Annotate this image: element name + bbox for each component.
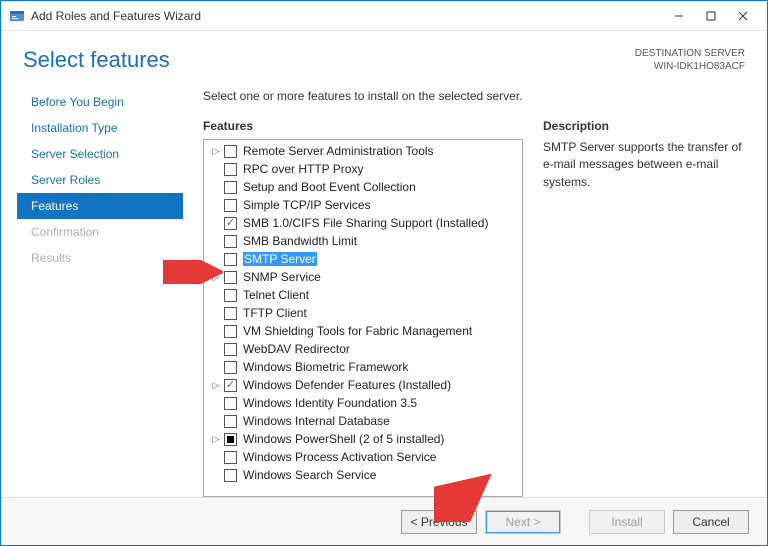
feature-row[interactable]: Windows Identity Foundation 3.5: [204, 394, 522, 412]
feature-row[interactable]: VM Shielding Tools for Fabric Management: [204, 322, 522, 340]
sidebar-step[interactable]: Installation Type: [17, 115, 183, 141]
feature-label[interactable]: VM Shielding Tools for Fabric Management: [243, 324, 472, 338]
feature-label[interactable]: TFTP Client: [243, 306, 307, 320]
feature-label[interactable]: Setup and Boot Event Collection: [243, 180, 416, 194]
feature-row[interactable]: WebDAV Redirector: [204, 340, 522, 358]
feature-row[interactable]: ▷ Windows Defender Features (Installed): [204, 376, 522, 394]
feature-label[interactable]: Windows Biometric Framework: [243, 360, 408, 374]
feature-label[interactable]: SMB 1.0/CIFS File Sharing Support (Insta…: [243, 216, 488, 230]
feature-checkbox[interactable]: [224, 325, 237, 338]
feature-row[interactable]: ▷ Remote Server Administration Tools: [204, 142, 522, 160]
app-icon: [9, 8, 25, 24]
feature-label[interactable]: Remote Server Administration Tools: [243, 144, 434, 158]
expand-icon[interactable]: ▷: [210, 271, 222, 283]
feature-row[interactable]: SMB Bandwidth Limit: [204, 232, 522, 250]
feature-row[interactable]: ▷ SNMP Service: [204, 268, 522, 286]
feature-checkbox[interactable]: [224, 271, 237, 284]
feature-row[interactable]: SMB 1.0/CIFS File Sharing Support (Insta…: [204, 214, 522, 232]
feature-label[interactable]: SMTP Server: [243, 252, 317, 266]
feature-label[interactable]: Telnet Client: [243, 288, 309, 302]
feature-label[interactable]: Windows Defender Features (Installed): [243, 378, 451, 392]
feature-checkbox[interactable]: [224, 397, 237, 410]
features-tree[interactable]: ▷ Remote Server Administration Tools RPC o…: [203, 139, 523, 497]
feature-label[interactable]: RPC over HTTP Proxy: [243, 162, 363, 176]
feature-checkbox[interactable]: [224, 415, 237, 428]
cancel-button[interactable]: Cancel: [673, 510, 749, 534]
feature-row[interactable]: TFTP Client: [204, 304, 522, 322]
feature-label[interactable]: Simple TCP/IP Services: [243, 198, 371, 212]
features-heading: Features: [203, 119, 523, 133]
feature-row[interactable]: ▷ Windows PowerShell (2 of 5 installed): [204, 430, 522, 448]
feature-checkbox[interactable]: [224, 361, 237, 374]
destination-info: DESTINATION SERVER WIN-IDK1HO83ACF: [635, 47, 745, 73]
feature-checkbox[interactable]: [224, 235, 237, 248]
feature-row[interactable]: Windows Process Activation Service: [204, 448, 522, 466]
next-button[interactable]: Next >: [485, 510, 561, 534]
feature-label[interactable]: SNMP Service: [243, 270, 321, 284]
close-button[interactable]: [727, 1, 759, 31]
feature-checkbox[interactable]: [224, 199, 237, 212]
feature-checkbox[interactable]: [224, 451, 237, 464]
feature-checkbox[interactable]: [224, 469, 237, 482]
expand-icon[interactable]: ▷: [210, 379, 222, 391]
description-heading: Description: [543, 119, 751, 133]
feature-checkbox[interactable]: [224, 145, 237, 158]
wizard-window: Add Roles and Features Wizard Select fea…: [0, 0, 768, 546]
feature-row[interactable]: Telnet Client: [204, 286, 522, 304]
feature-label[interactable]: Windows PowerShell (2 of 5 installed): [243, 432, 444, 446]
page-title: Select features: [23, 47, 170, 73]
main-panel: Select one or more features to install o…: [183, 83, 751, 497]
window-title: Add Roles and Features Wizard: [31, 9, 663, 23]
feature-checkbox[interactable]: [224, 181, 237, 194]
sidebar-step: Results: [17, 245, 183, 271]
description-text: SMTP Server supports the transfer of e-m…: [543, 139, 751, 191]
footer: < Previous Next > Install Cancel: [1, 497, 767, 545]
sidebar-step[interactable]: Server Selection: [17, 141, 183, 167]
feature-checkbox[interactable]: [224, 163, 237, 176]
feature-label[interactable]: Windows Identity Foundation 3.5: [243, 396, 417, 410]
feature-label[interactable]: Windows Internal Database: [243, 414, 390, 428]
feature-checkbox[interactable]: [224, 217, 237, 230]
feature-label[interactable]: WebDAV Redirector: [243, 342, 350, 356]
content-area: Select features DESTINATION SERVER WIN-I…: [1, 31, 767, 497]
expand-icon[interactable]: ▷: [210, 145, 222, 157]
feature-row[interactable]: Windows Search Service: [204, 466, 522, 484]
intro-text: Select one or more features to install o…: [203, 89, 751, 103]
maximize-button[interactable]: [695, 1, 727, 31]
feature-label[interactable]: Windows Process Activation Service: [243, 450, 436, 464]
feature-row[interactable]: Windows Biometric Framework: [204, 358, 522, 376]
feature-row[interactable]: Windows Internal Database: [204, 412, 522, 430]
feature-checkbox[interactable]: [224, 379, 237, 392]
destination-label: DESTINATION SERVER: [635, 47, 745, 60]
feature-label[interactable]: SMB Bandwidth Limit: [243, 234, 357, 248]
sidebar-step[interactable]: Server Roles: [17, 167, 183, 193]
destination-value: WIN-IDK1HO83ACF: [635, 60, 745, 73]
sidebar-step[interactable]: Before You Begin: [17, 89, 183, 115]
step-sidebar: Before You BeginInstallation TypeServer …: [17, 83, 183, 497]
feature-row[interactable]: Simple TCP/IP Services: [204, 196, 522, 214]
sidebar-step[interactable]: Features: [17, 193, 183, 219]
install-button[interactable]: Install: [589, 510, 665, 534]
feature-checkbox[interactable]: [224, 343, 237, 356]
feature-label[interactable]: Windows Search Service: [243, 468, 376, 482]
minimize-button[interactable]: [663, 1, 695, 31]
feature-checkbox[interactable]: [224, 253, 237, 266]
titlebar: Add Roles and Features Wizard: [1, 1, 767, 31]
expand-icon[interactable]: ▷: [210, 433, 222, 445]
feature-row[interactable]: Setup and Boot Event Collection: [204, 178, 522, 196]
feature-checkbox[interactable]: [224, 433, 237, 446]
feature-row[interactable]: RPC over HTTP Proxy: [204, 160, 522, 178]
previous-button[interactable]: < Previous: [401, 510, 477, 534]
sidebar-step: Confirmation: [17, 219, 183, 245]
feature-row[interactable]: SMTP Server: [204, 250, 522, 268]
feature-checkbox[interactable]: [224, 289, 237, 302]
feature-checkbox[interactable]: [224, 307, 237, 320]
